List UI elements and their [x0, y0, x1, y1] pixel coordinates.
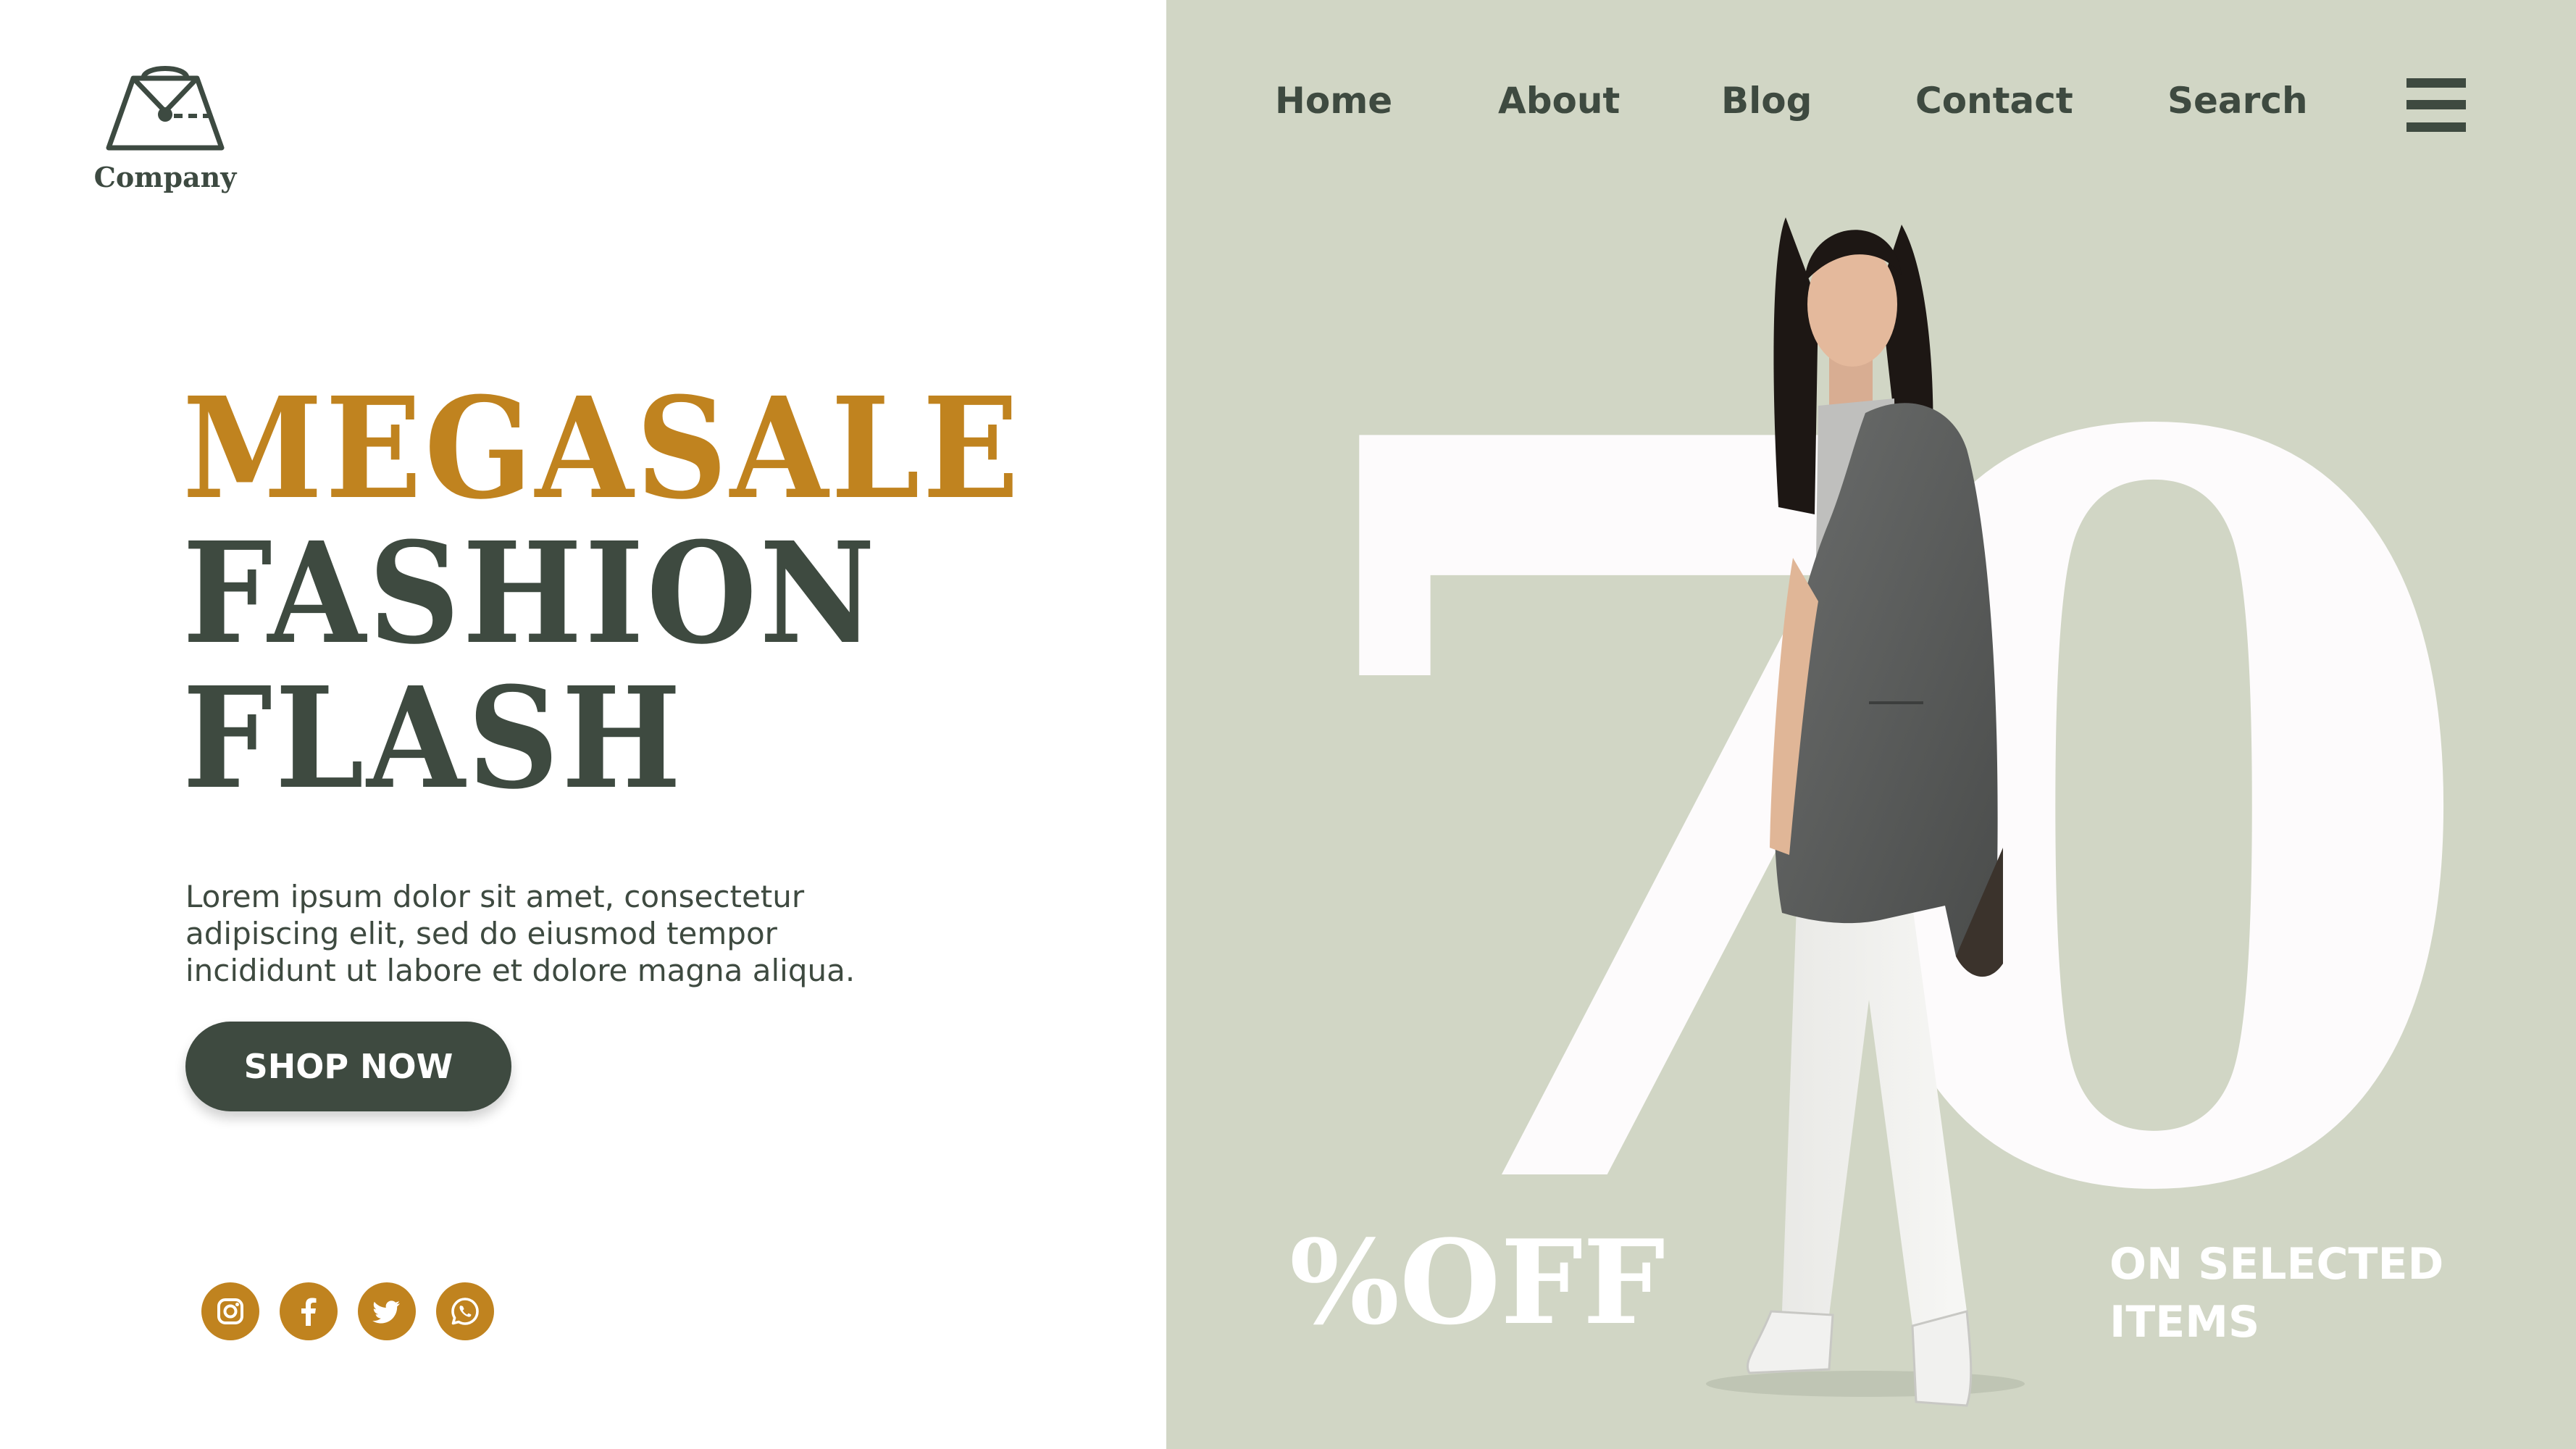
nav-about[interactable]: About — [1498, 80, 1620, 122]
headline-flash: FLASH — [183, 657, 684, 820]
social-links — [201, 1282, 494, 1340]
nav-search[interactable]: Search — [2167, 80, 2308, 122]
twitter-icon[interactable] — [358, 1282, 416, 1340]
hamburger-menu-icon[interactable] — [2406, 78, 2466, 132]
hero-description: Lorem ipsum dolor sit amet, consectetur … — [185, 879, 856, 988]
left-panel: Company MEGASALE FASHION FLASH Lorem ips… — [0, 0, 1166, 1449]
nav-home[interactable]: Home — [1275, 80, 1392, 122]
right-panel: 7 0 %OFF ON SELECTED ITEMS — [1166, 0, 2576, 1449]
nav-blog[interactable]: Blog — [1721, 80, 1812, 122]
nav-contact[interactable]: Contact — [1915, 80, 2073, 122]
selected-items-label: ON SELECTED ITEMS — [2109, 1235, 2443, 1351]
whatsapp-icon[interactable] — [436, 1282, 494, 1340]
handbag-icon — [106, 66, 225, 151]
headline-megasale: MEGASALE — [183, 367, 1022, 530]
company-name: Company — [93, 161, 237, 193]
fashion-model-image — [1706, 217, 2025, 1407]
selected-items-line2: ITEMS — [2109, 1297, 2260, 1348]
hero-headline: MEGASALE FASHION FLASH — [183, 377, 1105, 811]
selected-items-line1: ON SELECTED — [2109, 1239, 2444, 1290]
facebook-icon[interactable] — [280, 1282, 338, 1340]
shop-now-button[interactable]: SHOP NOW — [185, 1022, 511, 1111]
headline-fashion: FASHION — [183, 512, 878, 675]
company-logo[interactable]: Company — [93, 62, 238, 200]
off-label: %OFF — [1289, 1214, 1665, 1350]
instagram-icon[interactable] — [201, 1282, 259, 1340]
